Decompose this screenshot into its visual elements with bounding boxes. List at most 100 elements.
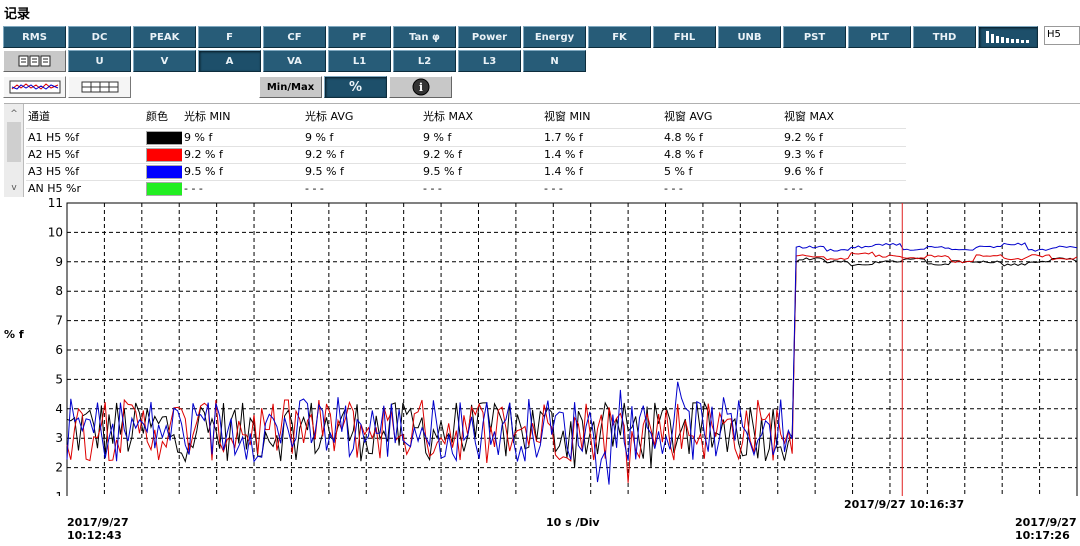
y-tick-label: 2 (55, 461, 63, 475)
measurement-toolbar: RMS DC PEAK F CF PF Tan φ Power Energy F… (3, 26, 1040, 48)
scroll-thumb[interactable] (7, 122, 21, 162)
header-window-min[interactable]: 视窗 MIN (542, 107, 662, 127)
unb-button[interactable]: UNB (718, 26, 781, 48)
channel-statistics-table: ^ v 通道 颜色 光标 MIN 光标 AVG 光标 MAX 视窗 MIN 视窗… (4, 103, 1080, 197)
y-tick-label: 1 (55, 490, 63, 496)
channel-name: A2 H5 %f (28, 148, 80, 161)
cf-button[interactable]: CF (263, 26, 326, 48)
scroll-down-icon[interactable]: v (6, 181, 22, 195)
y-axis-label: % f (4, 328, 24, 341)
window-max-value: 9.3 % f (784, 148, 823, 161)
x-start-label: 2017/9/27 10:12:43 (67, 516, 129, 542)
v-button[interactable]: V (133, 50, 196, 72)
cursor-max-value: 9.2 % f (423, 148, 462, 161)
harmonics-button[interactable] (978, 26, 1038, 48)
layout-grid-icon (18, 55, 50, 67)
svg-text:i: i (418, 81, 422, 94)
table-scrollbar[interactable]: ^ v (4, 104, 24, 197)
power-button[interactable]: Power (458, 26, 521, 48)
min-max-button[interactable]: Min/Max (259, 76, 322, 98)
y-tick-label: 4 (55, 402, 63, 416)
header-window-max[interactable]: 视窗 MAX (782, 107, 902, 127)
rms-button[interactable]: RMS (3, 26, 66, 48)
cursor-min-value: 9.2 % f (184, 148, 223, 161)
u-button[interactable]: U (68, 50, 131, 72)
table-row[interactable]: A1 H5 %f 9 % f 9 % f 9 % f 1.7 % f 4.8 %… (26, 129, 902, 146)
x-start-time: 10:12:43 (67, 529, 122, 542)
window-avg-value: 5 % f (664, 165, 693, 178)
fk-button[interactable]: FK (588, 26, 651, 48)
cursor-avg-value: 9.2 % f (305, 148, 344, 161)
x-end-time: 10:17:26 (1015, 529, 1070, 542)
l3-button[interactable]: L3 (458, 50, 521, 72)
window-min-value: 1.4 % f (544, 165, 583, 178)
cursor-time-label: 2017/9/27 10:16:37 (844, 498, 965, 511)
cursor-avg-value: 9.5 % f (305, 165, 344, 178)
graph-view-button[interactable] (3, 76, 66, 98)
color-swatch[interactable] (146, 165, 182, 179)
channel-toolbar: U V A VA L1 L2 L3 N (3, 50, 588, 72)
scroll-up-icon[interactable]: ^ (6, 107, 22, 121)
dc-button[interactable]: DC (68, 26, 131, 48)
cursor-avg-value: 9 % f (305, 131, 334, 144)
view-toolbar: Min/Max % i (3, 76, 454, 98)
window-max-value: 9.6 % f (784, 165, 823, 178)
x-end-date: 2017/9/27 (1015, 516, 1077, 529)
y-tick-label: 7 (55, 314, 63, 328)
window-title: 记录 (4, 7, 31, 22)
table-view-button[interactable] (68, 76, 131, 98)
channel-name: AN H5 %r (28, 182, 81, 195)
percent-button[interactable]: % (324, 76, 387, 98)
peak-button[interactable]: PEAK (133, 26, 196, 48)
plt-button[interactable]: PLT (848, 26, 911, 48)
table-icon (81, 81, 118, 93)
n-button[interactable]: N (523, 50, 586, 72)
f-button[interactable]: F (198, 26, 261, 48)
a-button[interactable]: A (198, 50, 261, 72)
pst-button[interactable]: PST (783, 26, 846, 48)
energy-button[interactable]: Energy (523, 26, 586, 48)
table-row[interactable]: A3 H5 %f 9.5 % f 9.5 % f 9.5 % f 1.4 % f… (26, 163, 902, 180)
table-row[interactable]: A2 H5 %f 9.2 % f 9.2 % f 9.2 % f 1.4 % f… (26, 146, 902, 163)
thd-button[interactable]: THD (913, 26, 976, 48)
l2-button[interactable]: L2 (393, 50, 456, 72)
fhl-button[interactable]: FHL (653, 26, 716, 48)
y-tick-label: 9 (55, 255, 63, 269)
l1-button[interactable]: L1 (328, 50, 391, 72)
info-button[interactable]: i (389, 76, 452, 98)
tan-phi-button[interactable]: Tan φ (393, 26, 456, 48)
window-min-value: 1.4 % f (544, 148, 583, 161)
header-cursor-min[interactable]: 光标 MIN (182, 107, 303, 127)
table-row[interactable]: AN H5 %r - - - - - - - - - - - - - - - -… (26, 180, 902, 197)
window-min-value: - - - (544, 182, 563, 195)
y-tick-label: 5 (55, 372, 63, 386)
channel-name: A3 H5 %f (28, 165, 80, 178)
y-tick-label: 11 (48, 196, 63, 210)
header-channel[interactable]: 通道 (26, 107, 144, 127)
header-window-avg[interactable]: 视窗 AVG (662, 107, 782, 127)
trend-chart[interactable]: 1 2 3 4 5 6 7 8 9 10 11 (0, 196, 1080, 496)
x-end-label: 2017/9/27 10:17:26 (1015, 516, 1077, 542)
cursor-max-value: - - - (423, 182, 442, 195)
color-swatch[interactable] (146, 131, 182, 145)
header-cursor-max[interactable]: 光标 MAX (421, 107, 542, 127)
header-cursor-avg[interactable]: 光标 AVG (303, 107, 421, 127)
pf-button[interactable]: PF (328, 26, 391, 48)
cursor-max-value: 9 % f (423, 131, 452, 144)
harmonic-order-select[interactable]: H5 (1044, 26, 1080, 45)
harmonics-bars-icon (986, 31, 1029, 43)
y-tick-label: 3 (55, 431, 63, 445)
info-icon: i (412, 78, 429, 96)
y-tick-label: 6 (55, 343, 63, 357)
table-header: 通道 颜色 光标 MIN 光标 AVG 光标 MAX 视窗 MIN 视窗 AVG… (26, 107, 902, 127)
color-swatch[interactable] (146, 182, 182, 196)
color-swatch[interactable] (146, 148, 182, 162)
waveform-icon (9, 80, 60, 94)
cursor-min-value: 9 % f (184, 131, 213, 144)
window-max-value: - - - (784, 182, 803, 195)
header-color[interactable]: 颜色 (144, 107, 182, 127)
layout-button[interactable] (3, 50, 66, 72)
cursor-max-value: 9.5 % f (423, 165, 462, 178)
va-button[interactable]: VA (263, 50, 326, 72)
window-avg-value: - - - (664, 182, 683, 195)
